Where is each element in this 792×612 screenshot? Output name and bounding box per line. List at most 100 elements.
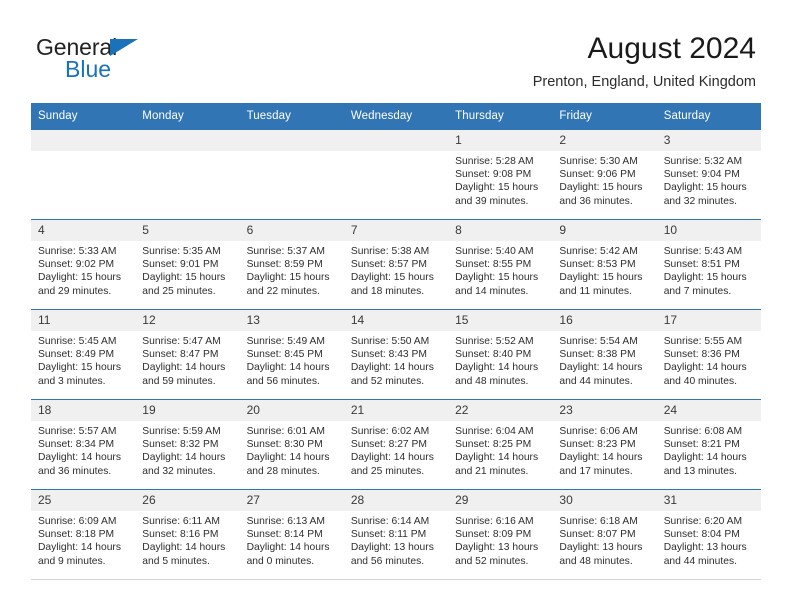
calendar-day-cell[interactable]: 6 Sunrise: 5:37 AM Sunset: 8:59 PM Daylight… [239,219,344,310]
daylight-duration-line1: Daylight: 15 hours [455,272,539,284]
calendar-day-cell[interactable]: 10 Sunrise: 5:43 AM Sunset: 8:51 PM Dayligh… [656,219,761,310]
daylight-duration-line1: Daylight: 14 hours [38,452,121,464]
sunset-time: Sunset: 8:11 PM [350,529,427,541]
calendar-day-cell[interactable]: 24 Sunrise: 6:08 AM Sunset: 8:21 PM Dayligh… [656,399,761,490]
day-cell-inner: 18 Sunrise: 5:57 AM Sunset: 8:34 PM Dayligh… [31,400,136,478]
day-sun-info: Sunrise: 5:57 AM Sunset: 8:34 PM Daylight:… [31,421,135,478]
day-cell-inner: 28 Sunrise: 6:14 AM Sunset: 8:11 PM Dayligh… [343,490,449,568]
page-subtitle: Prenton, England, United Kingdom [532,74,756,90]
day-cell-inner: 2 Sunrise: 5:30 AM Sunset: 9:06 PM Daylight… [552,130,657,208]
day-cell-inner: 27 Sunrise: 6:13 AM Sunset: 8:14 PM Dayligh… [239,490,344,568]
daylight-duration-line2: and 0 minutes. [246,555,315,567]
day-sun-info: Sunrise: 5:33 AM Sunset: 9:02 PM Daylight:… [31,241,135,298]
day-sun-info: Sunrise: 5:32 AM Sunset: 9:04 PM Daylight:… [657,151,761,208]
calendar-day-cell[interactable]: 18 Sunrise: 5:57 AM Sunset: 8:34 PM Dayligh… [31,399,136,490]
sunset-time: Sunset: 9:04 PM [663,169,740,181]
calendar-day-cell[interactable]: 7 Sunrise: 5:38 AM Sunset: 8:57 PM Daylight… [343,219,449,310]
calendar-day-cell[interactable]: 23 Sunrise: 6:06 AM Sunset: 8:23 PM Dayligh… [552,399,657,490]
day-number: 28 [343,490,449,511]
calendar-day-cell[interactable]: 17 Sunrise: 5:55 AM Sunset: 8:36 PM Dayligh… [656,309,761,400]
calendar-day-cell[interactable]: 15 Sunrise: 5:52 AM Sunset: 8:40 PM Dayligh… [448,309,553,400]
sunset-time: Sunset: 8:14 PM [246,529,323,541]
calendar-day-cell[interactable]: 14 Sunrise: 5:50 AM Sunset: 8:43 PM Dayligh… [343,309,449,400]
calendar-day-cell[interactable]: 3 Sunrise: 5:32 AM Sunset: 9:04 PM Daylight… [656,129,761,220]
sunrise-time: Sunrise: 5:37 AM [246,246,325,257]
day-cell-inner: 29 Sunrise: 6:16 AM Sunset: 8:09 PM Dayligh… [448,490,553,568]
day-sun-info: Sunrise: 5:55 AM Sunset: 8:36 PM Daylight:… [657,331,761,388]
calendar-day-cell-empty [31,129,136,220]
day-cell-inner: 22 Sunrise: 6:04 AM Sunset: 8:25 PM Dayligh… [448,400,553,478]
calendar-day-cell[interactable]: 16 Sunrise: 5:54 AM Sunset: 8:38 PM Dayligh… [552,309,657,400]
weekday-header-sunday: Sunday [31,103,136,130]
calendar-day-cell[interactable]: 8 Sunrise: 5:40 AM Sunset: 8:55 PM Daylight… [448,219,553,310]
sunset-time: Sunset: 8:34 PM [38,439,115,451]
sunrise-time: Sunrise: 5:54 AM [559,336,638,347]
daylight-duration-line1: Daylight: 13 hours [559,542,643,554]
day-cell-inner: 9 Sunrise: 5:42 AM Sunset: 8:53 PM Daylight… [552,220,657,298]
sunset-time: Sunset: 8:18 PM [38,529,115,541]
sunset-time: Sunset: 9:01 PM [142,259,219,271]
day-sun-info: Sunrise: 6:18 AM Sunset: 8:07 PM Daylight:… [552,511,656,568]
calendar-day-cell[interactable]: 2 Sunrise: 5:30 AM Sunset: 9:06 PM Daylight… [552,129,657,220]
calendar-day-cell[interactable]: 11 Sunrise: 5:45 AM Sunset: 8:49 PM Dayligh… [31,309,136,400]
daylight-duration-line2: and 39 minutes. [455,195,529,207]
brand-logo[interactable]: General Blue [36,34,236,92]
day-cell-inner: 19 Sunrise: 5:59 AM Sunset: 8:32 PM Dayligh… [135,400,240,478]
weekday-header-tuesday: Tuesday [239,103,344,130]
sunrise-time: Sunrise: 5:28 AM [455,156,534,167]
daylight-duration-line2: and 44 minutes. [663,555,737,567]
calendar-day-cell[interactable]: 31 Sunrise: 6:20 AM Sunset: 8:04 PM Dayligh… [656,489,761,580]
day-sun-info: Sunrise: 5:40 AM Sunset: 8:55 PM Daylight:… [448,241,552,298]
day-cell-inner: 25 Sunrise: 6:09 AM Sunset: 8:18 PM Dayligh… [31,490,136,568]
daylight-duration-line2: and 36 minutes. [38,465,112,477]
day-cell-inner: 4 Sunrise: 5:33 AM Sunset: 9:02 PM Daylight… [31,220,136,298]
sunrise-time: Sunrise: 6:04 AM [455,426,534,437]
day-sun-info: Sunrise: 5:45 AM Sunset: 8:49 PM Daylight:… [31,331,135,388]
calendar-day-cell[interactable]: 21 Sunrise: 6:02 AM Sunset: 8:27 PM Dayligh… [343,399,449,490]
day-number: 3 [656,130,761,151]
calendar-day-cell[interactable]: 26 Sunrise: 6:11 AM Sunset: 8:16 PM Dayligh… [135,489,240,580]
calendar-day-cell[interactable]: 12 Sunrise: 5:47 AM Sunset: 8:47 PM Dayligh… [135,309,240,400]
day-sun-info: Sunrise: 6:01 AM Sunset: 8:30 PM Daylight:… [240,421,344,478]
sunset-time: Sunset: 8:25 PM [455,439,532,451]
daylight-duration-line1: Daylight: 14 hours [455,452,539,464]
sunrise-time: Sunrise: 5:45 AM [38,336,117,347]
daylight-duration-line2: and 28 minutes. [246,465,320,477]
calendar-day-cell[interactable]: 1 Sunrise: 5:28 AM Sunset: 9:08 PM Daylight… [448,129,553,220]
calendar-day-cell[interactable]: 28 Sunrise: 6:14 AM Sunset: 8:11 PM Dayligh… [343,489,449,580]
day-number [135,130,240,151]
calendar-day-cell[interactable]: 30 Sunrise: 6:18 AM Sunset: 8:07 PM Dayligh… [552,489,657,580]
calendar-day-cell[interactable]: 22 Sunrise: 6:04 AM Sunset: 8:25 PM Dayligh… [448,399,553,490]
day-number: 5 [135,220,240,241]
sunset-time: Sunset: 9:08 PM [455,169,532,181]
day-cell-inner [239,130,344,151]
day-number: 24 [656,400,761,421]
brand-name-blue: Blue [65,56,112,82]
day-cell-inner [31,130,136,151]
day-cell-inner: 6 Sunrise: 5:37 AM Sunset: 8:59 PM Daylight… [239,220,344,298]
calendar-day-cell[interactable]: 5 Sunrise: 5:35 AM Sunset: 9:01 PM Daylight… [135,219,240,310]
weekday-header-thursday: Thursday [448,103,553,130]
day-number: 10 [656,220,761,241]
calendar-day-cell[interactable]: 20 Sunrise: 6:01 AM Sunset: 8:30 PM Dayligh… [239,399,344,490]
daylight-duration-line2: and 21 minutes. [455,465,529,477]
daylight-duration-line2: and 25 minutes. [350,465,425,477]
page-header: General Blue August 2024 Prenton, Englan… [36,30,756,96]
daylight-duration-line1: Daylight: 15 hours [38,362,121,374]
calendar-day-cell[interactable]: 27 Sunrise: 6:13 AM Sunset: 8:14 PM Dayligh… [239,489,344,580]
calendar-day-cell[interactable]: 9 Sunrise: 5:42 AM Sunset: 8:53 PM Daylight… [552,219,657,310]
sunset-time: Sunset: 8:32 PM [142,439,219,451]
calendar-day-cell[interactable]: 4 Sunrise: 5:33 AM Sunset: 9:02 PM Daylight… [31,219,136,310]
sunrise-time: Sunrise: 5:32 AM [663,156,743,167]
sunrise-time: Sunrise: 5:52 AM [455,336,534,347]
day-cell-inner: 16 Sunrise: 5:54 AM Sunset: 8:38 PM Dayligh… [552,310,657,388]
calendar-day-cell[interactable]: 13 Sunrise: 5:49 AM Sunset: 8:45 PM Dayligh… [239,309,344,400]
calendar-day-cell[interactable]: 29 Sunrise: 6:16 AM Sunset: 8:09 PM Dayligh… [448,489,553,580]
calendar-day-cell[interactable]: 19 Sunrise: 5:59 AM Sunset: 8:32 PM Dayligh… [135,399,240,490]
daylight-duration-line1: Daylight: 14 hours [246,542,330,554]
day-sun-info: Sunrise: 5:59 AM Sunset: 8:32 PM Daylight:… [135,421,239,478]
weekday-header-saturday: Saturday [656,103,761,130]
calendar-day-cell[interactable]: 25 Sunrise: 6:09 AM Sunset: 8:18 PM Dayligh… [31,489,136,580]
daylight-duration-line2: and 3 minutes. [38,375,106,387]
day-number: 12 [135,310,240,331]
